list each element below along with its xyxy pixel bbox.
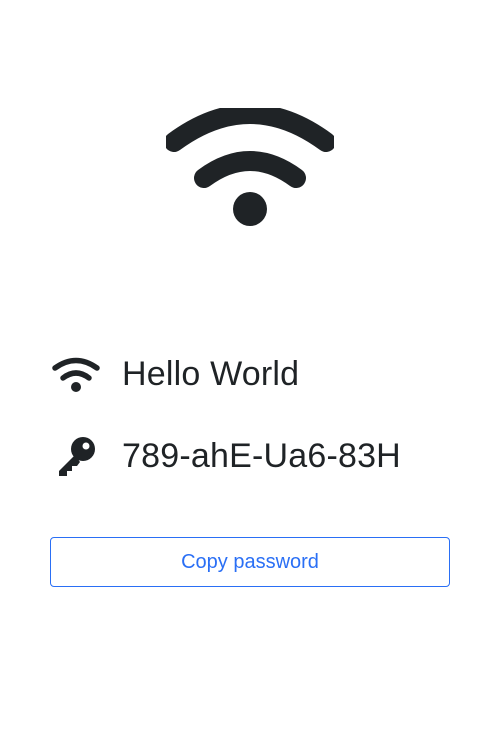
copy-password-button[interactable]: Copy password — [50, 537, 450, 587]
password-row: 789-ahE-Ua6-83H — [52, 432, 401, 480]
wifi-icon — [164, 104, 336, 228]
network-name-row: Hello World — [52, 350, 299, 398]
wifi-icon — [52, 354, 100, 394]
password-value: 789-ahE-Ua6-83H — [122, 437, 401, 475]
key-icon — [52, 436, 100, 476]
network-name: Hello World — [122, 355, 300, 393]
